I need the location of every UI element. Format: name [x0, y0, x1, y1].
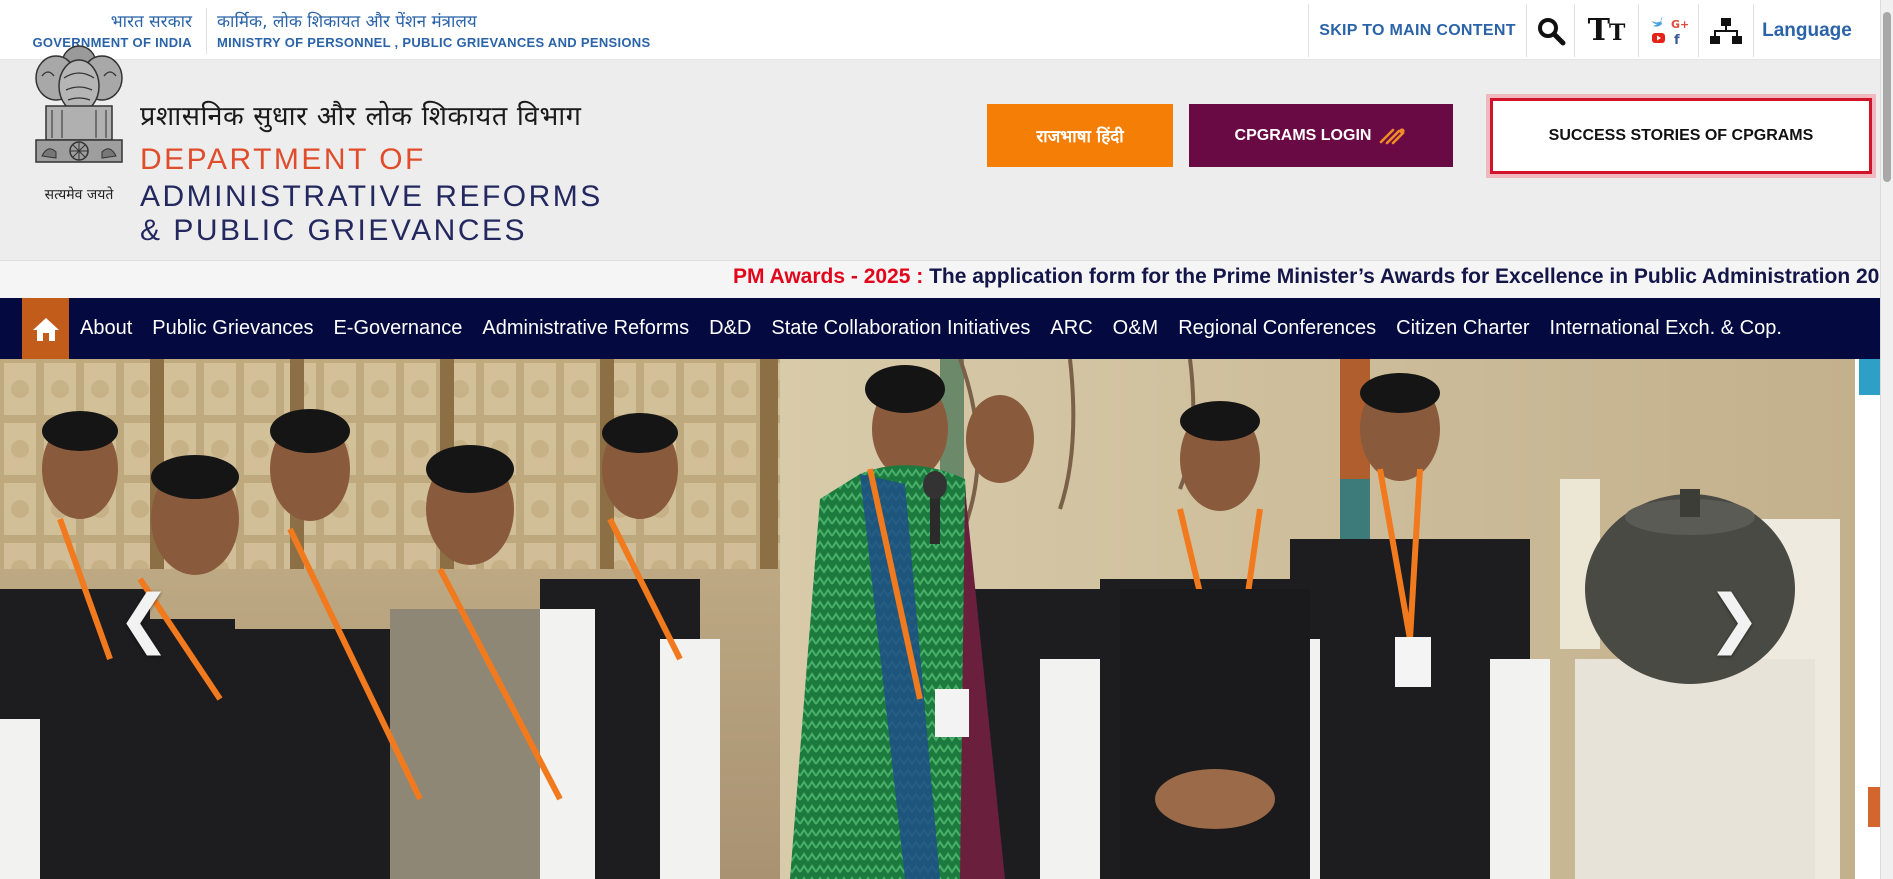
side-widget-bottom[interactable]: [1868, 787, 1880, 827]
page-scrollbar[interactable]: [1880, 0, 1893, 879]
login-icon: [1380, 127, 1406, 144]
ministry-block[interactable]: कार्मिक, लोक शिकायत और पेंशन मंत्रालय MI…: [217, 12, 650, 50]
language-selector[interactable]: Language: [1753, 4, 1860, 57]
scrollbar-thumb[interactable]: [1883, 12, 1891, 182]
slider-next-button[interactable]: ❯: [1694, 359, 1774, 879]
nav-item-public-grievances[interactable]: Public Grievances: [142, 317, 323, 340]
social-media-button[interactable]: G+ f: [1638, 4, 1698, 57]
side-widget-top[interactable]: [1859, 359, 1880, 395]
ministry-english-text: MINISTRY OF PERSONNEL , PUBLIC GRIEVANCE…: [217, 35, 651, 50]
cpgrams-login-button[interactable]: CPGRAMS LOGIN: [1189, 104, 1453, 167]
home-icon: [32, 317, 59, 341]
nav-item-d-and-d[interactable]: D&D: [699, 317, 761, 340]
sitemap-button[interactable]: [1698, 4, 1753, 57]
social-media-icon: G+ f: [1651, 16, 1688, 47]
hero-slider[interactable]: ❮ ❯: [0, 359, 1855, 879]
ticker-message[interactable]: PM Awards - 2025 : The application form …: [733, 265, 1880, 289]
slider-prev-button[interactable]: ❮: [104, 359, 184, 879]
government-bar: भारत सरकार GOVERNMENT OF INDIA कार्मिक, …: [0, 0, 1880, 60]
department-title-line3: & PUBLIC GRIEVANCES: [140, 214, 528, 247]
home-button[interactable]: [22, 298, 69, 359]
nav-item-administrative-reforms[interactable]: Administrative Reforms: [472, 317, 699, 340]
department-hindi-title: प्रशासनिक सुधार और लोक शिकायत विभाग: [140, 101, 582, 132]
nav-items: About Public Grievances E-Governance Adm…: [70, 298, 1792, 359]
main-navigation: About Public Grievances E-Governance Adm…: [0, 298, 1880, 359]
nav-item-arc[interactable]: ARC: [1040, 317, 1102, 340]
nav-item-o-and-m[interactable]: O&M: [1103, 317, 1169, 340]
nav-item-international-exchange[interactable]: International Exch. & Cop.: [1540, 317, 1792, 340]
nav-item-about[interactable]: About: [70, 317, 142, 340]
cpgrams-login-label: CPGRAMS LOGIN: [1234, 126, 1372, 144]
search-button[interactable]: [1526, 4, 1574, 57]
emblem-image: सत्यमेव जयते: [35, 45, 123, 203]
text-size-icon: TT: [1587, 12, 1626, 48]
text-size-button[interactable]: TT: [1574, 4, 1638, 57]
nav-item-regional-conferences[interactable]: Regional Conferences: [1168, 317, 1386, 340]
rajbhasha-hindi-button[interactable]: राजभाषा हिंदी: [987, 104, 1173, 167]
svg-text:G+: G+: [1671, 18, 1688, 31]
emblem-motto: सत्यमेव जयते: [45, 186, 115, 203]
ministry-hindi-text: कार्मिक, लोक शिकायत और पेंशन मंत्रालय: [217, 12, 477, 32]
side-widget-strip: [1855, 359, 1880, 879]
ticker-label: PM Awards - 2025 :: [733, 265, 930, 288]
news-ticker[interactable]: PM Awards - 2025 : The application form …: [0, 260, 1880, 298]
skip-to-main-content-link[interactable]: SKIP TO MAIN CONTENT: [1308, 4, 1526, 57]
department-title-line2: ADMINISTRATIVE REFORMS: [140, 180, 603, 213]
chevron-left-icon: ❮: [117, 582, 171, 656]
ticker-text: The application form for the Prime Minis…: [929, 265, 1880, 288]
search-icon: [1537, 17, 1565, 45]
national-emblem-logo[interactable]: सत्यमेव जयते: [24, 38, 134, 212]
success-stories-button[interactable]: SUCCESS STORIES OF CPGRAMS: [1490, 98, 1872, 174]
department-title-line1: DEPARTMENT OF: [140, 143, 426, 176]
sitemap-icon: [1710, 17, 1742, 44]
svg-text:f: f: [1674, 33, 1680, 47]
nav-item-citizen-charter[interactable]: Citizen Charter: [1386, 317, 1539, 340]
divider: [206, 8, 207, 54]
chevron-right-icon: ❯: [1707, 582, 1761, 656]
government-hindi-text: भारत सरकार: [110, 12, 192, 32]
nav-item-state-collaboration[interactable]: State Collaboration Initiatives: [761, 317, 1040, 340]
hero-slide-image: [0, 359, 1855, 879]
nav-item-e-governance[interactable]: E-Governance: [323, 317, 472, 340]
